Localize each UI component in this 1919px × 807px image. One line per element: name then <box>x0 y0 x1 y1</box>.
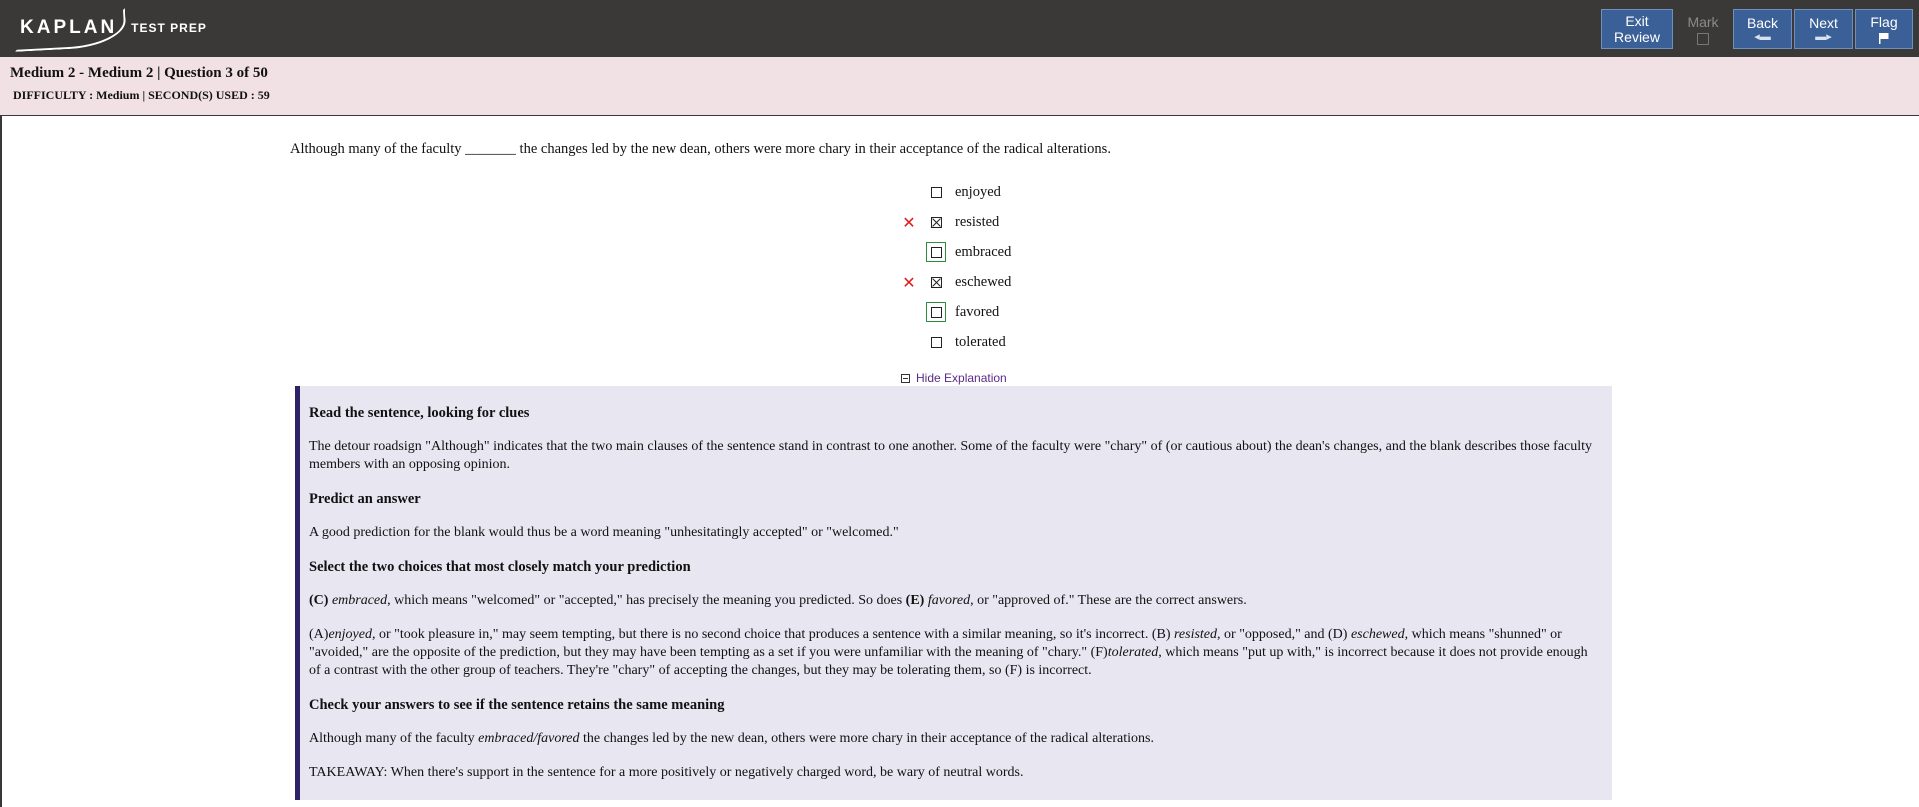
explanation-panel: Read the sentence, looking for clues The… <box>295 386 1612 800</box>
back-label: Back <box>1746 15 1779 31</box>
choice-enjoyed[interactable]: enjoyed <box>900 180 1100 204</box>
text-run: , or "took pleasure in," may seem tempti… <box>371 627 1171 642</box>
text-run: the changes led by the new dean, others … <box>582 731 1154 746</box>
incorrect-x-icon: ✕ <box>902 272 916 292</box>
choice-resisted[interactable]: ✕ resisted <box>900 210 1100 234</box>
flag-icon <box>1879 33 1889 44</box>
exit-review-button[interactable]: Exit Review <box>1601 9 1673 49</box>
choice-embraced[interactable]: embraced <box>900 240 1100 264</box>
choice-label: tolerated <box>955 333 1006 350</box>
logo-subtext: TEST PREP <box>131 21 207 35</box>
text-run: , which means "welcomed" or "accepted," … <box>387 593 903 608</box>
incorrect-x-icon: ✕ <box>902 212 916 232</box>
choice-label: resisted <box>955 213 1000 230</box>
choice-checkbox-correct[interactable] <box>926 302 946 322</box>
next-label: Next <box>1809 15 1838 31</box>
explanation-heading: Read the sentence, looking for clues <box>309 405 530 421</box>
hide-explanation-toggle[interactable]: Hide Explanation <box>901 371 1007 385</box>
mark-button[interactable]: Mark <box>1677 9 1729 49</box>
top-toolbar: KAPLAN TEST PREP Exit Review Mark Back ◂… <box>0 0 1919 57</box>
explanation-paragraph: (A)enjoyed, or "took pleasure in," may s… <box>309 626 1600 680</box>
explanation-heading: Select the two choices that most closely… <box>309 559 691 575</box>
collapse-icon <box>901 373 910 383</box>
exit-review-label-2: Review <box>1614 29 1660 45</box>
question-meta: DIFFICULTY : Medium | SECOND(S) USED : 5… <box>13 88 270 102</box>
choice-checkbox[interactable] <box>926 212 946 232</box>
explanation-paragraph: A good prediction for the blank would th… <box>309 525 899 540</box>
choice-checkbox[interactable] <box>926 182 946 202</box>
explanation-paragraph: The detour roadsign "Although" indicates… <box>309 439 1593 472</box>
hide-explanation-label: Hide Explanation <box>916 371 1007 385</box>
choice-word: tolerated <box>1107 645 1159 660</box>
explanation-heading: Predict an answer <box>309 491 421 507</box>
question-title: Medium 2 - Medium 2 | Question 3 of 50 <box>10 65 268 81</box>
next-button[interactable]: Next ▬▸ <box>1794 9 1853 49</box>
flag-label: Flag <box>1870 14 1898 30</box>
question-header: Medium 2 - Medium 2 | Question 3 of 50 D… <box>0 57 1919 116</box>
choice-word: eschewed <box>1350 627 1405 642</box>
text-run: (A) <box>309 627 329 642</box>
back-button[interactable]: Back ◂▬ <box>1733 9 1792 49</box>
text-run: , or "opposed," and (D) <box>1217 627 1348 642</box>
logo-wordmark: KAPLAN <box>13 8 127 52</box>
choice-eschewed[interactable]: ✕ eschewed <box>900 270 1100 294</box>
choice-word: resisted <box>1173 627 1218 642</box>
text-run: Although many of the faculty <box>309 731 475 746</box>
choice-checkbox-correct[interactable] <box>926 242 946 262</box>
choice-word: embraced <box>331 593 388 608</box>
choice-checkbox[interactable] <box>926 272 946 292</box>
choice-label: enjoyed <box>955 183 1001 200</box>
takeaway-text: TAKEAWAY: When there's support in the se… <box>309 765 1024 780</box>
choice-word: favored <box>927 593 971 608</box>
logo-swoosh-icon <box>13 8 127 52</box>
choice-favored[interactable]: favored <box>900 300 1100 324</box>
explanation-paragraph: (C) embraced, which means "welcomed" or … <box>309 592 1600 610</box>
text-run: , or "approved of." These are the correc… <box>970 593 1247 608</box>
choice-label: favored <box>955 303 1000 320</box>
choice-tolerated[interactable]: tolerated <box>900 330 1100 354</box>
left-arrow-icon: ◂▬ <box>1754 31 1771 43</box>
mark-label: Mark <box>1687 13 1719 30</box>
choice-label: embraced <box>955 243 1012 260</box>
choice-ref: (E) <box>905 593 925 608</box>
explanation-paragraph: Although many of the faculty embraced/fa… <box>309 730 1600 748</box>
choice-ref: (C) <box>309 593 329 608</box>
exit-review-label-1: Exit <box>1625 13 1649 29</box>
choice-word: enjoyed <box>328 627 372 642</box>
flag-button[interactable]: Flag <box>1855 9 1913 49</box>
choice-word: embraced/favored <box>478 731 580 746</box>
right-arrow-icon: ▬▸ <box>1815 31 1832 43</box>
explanation-heading: Check your answers to see if the sentenc… <box>309 697 725 713</box>
choice-checkbox[interactable] <box>926 332 946 352</box>
kaplan-logo: KAPLAN TEST PREP <box>13 8 207 52</box>
choice-label: eschewed <box>955 273 1012 290</box>
mark-checkbox-icon <box>1697 32 1709 45</box>
question-stem: Although many of the faculty _______ the… <box>290 141 1111 157</box>
